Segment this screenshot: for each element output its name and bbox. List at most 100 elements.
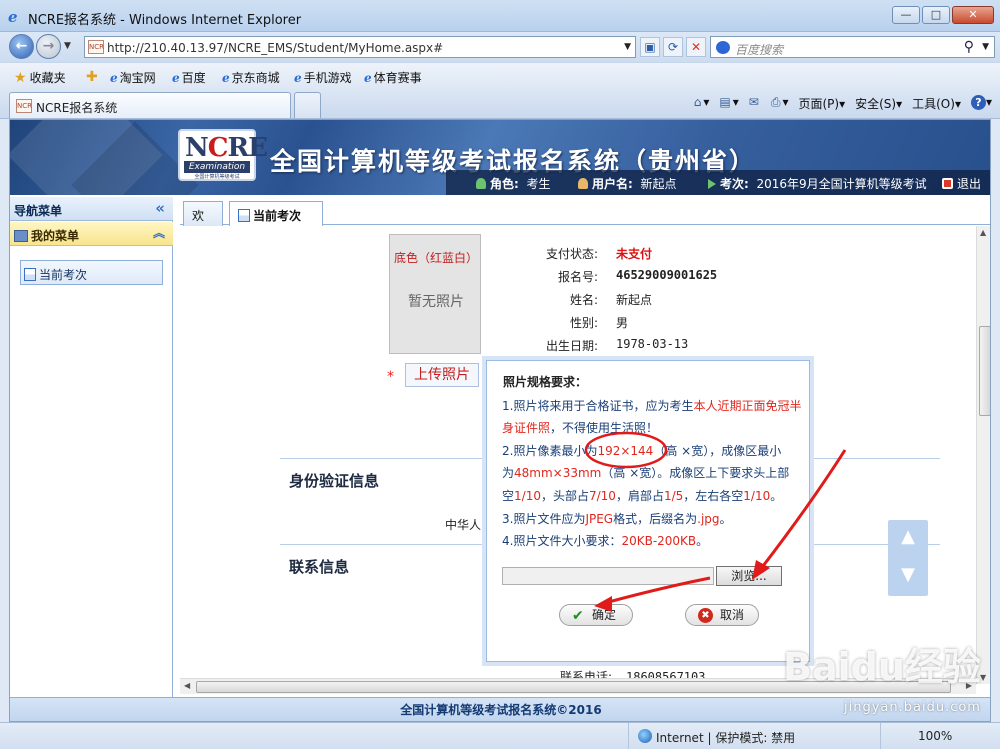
- stop-icon[interactable]: ✕: [686, 37, 706, 57]
- url-dropdown-icon[interactable]: ▼: [624, 42, 631, 52]
- required-mark: *: [387, 369, 394, 385]
- nav-header: 导航菜单 «: [10, 197, 173, 221]
- help-button[interactable]: ? ▾: [970, 95, 992, 112]
- tab-current-exam[interactable]: 当前考次×: [229, 201, 323, 238]
- field-gender: 性别: 男: [569, 316, 629, 330]
- search-dropdown-icon[interactable]: ▼: [982, 42, 989, 52]
- role-info: 角色: 考生: [476, 175, 550, 192]
- scroll-down-icon[interactable]: ▼: [888, 564, 928, 585]
- requirement-line: 为48mm×33mm（高 ×宽）。成像区上下要求头上部: [502, 466, 790, 480]
- url-input[interactable]: NCR http://210.40.13.97/NCRE_EMS/Student…: [84, 36, 636, 58]
- tab-welcome[interactable]: 欢迎: [183, 201, 223, 240]
- watermark-text: Baidu经验: [783, 645, 981, 689]
- payment-status-value: 未支付: [616, 247, 653, 261]
- favorites-button[interactable]: ★ 收藏夹: [14, 69, 66, 86]
- favorites-star-icon: ★: [14, 70, 27, 86]
- help-icon: ?: [970, 95, 986, 110]
- nav-section-my-menu[interactable]: 我的菜单 ︽: [10, 222, 173, 246]
- photo-upload-dialog: 照片规格要求： 1.照片将来用于合格证书，应为考生本人近期正面免冠半 身证件照，…: [486, 360, 810, 662]
- search-input[interactable]: 百度搜索 ⚲ ▼: [710, 36, 995, 58]
- page-viewport: NCRE Examination 全国计算机等级考试 全国计算机等级考试报名系统…: [9, 119, 991, 722]
- address-bar: ← → ▼ NCR http://210.40.13.97/NCRE_EMS/S…: [0, 32, 1000, 62]
- no-photo-text: 暂无照片: [408, 294, 464, 310]
- feeds-button[interactable]: ▤ ▾: [719, 95, 738, 112]
- requirement-line: 3.照片文件应为JPEG格式，后缀名为.jpg。: [502, 512, 732, 526]
- close-button[interactable]: ✕: [952, 6, 994, 24]
- print-button[interactable]: ⎙ ▾: [771, 95, 789, 112]
- browser-tab-bar: NCR NCRE报名系统 ⌂ ▾ ▤ ▾ ✉ ⎙ ▾ 页面(P)▾ 安全(S)▾ 工具…: [0, 89, 1000, 119]
- user-info-bar: 角色: 考生 用户名: 新起点 考次: 2016年9月全国计算机等级考试 退出: [446, 170, 990, 195]
- tools-menu[interactable]: 工具(O)▾: [912, 95, 961, 112]
- tab-title: NCRE报名系统: [36, 101, 118, 115]
- scroll-up-arrow-icon[interactable]: ▲: [980, 228, 986, 237]
- forward-button[interactable]: →: [36, 34, 61, 59]
- field-birthdate: 出生日期: 1978-03-13: [545, 337, 689, 353]
- requirement-line: 空1/10，头部占7/10，肩部占1/5，左右各空1/10。: [502, 489, 783, 503]
- home-button[interactable]: ⌂ ▾: [694, 95, 710, 112]
- confirm-button[interactable]: ✔ 确定: [559, 604, 633, 626]
- minimize-button[interactable]: —: [892, 6, 920, 24]
- field-registration-number: 报名号: 46529009001625: [557, 268, 718, 284]
- arrow-right-icon: [708, 179, 716, 189]
- page-menu[interactable]: 页面(P)▾: [798, 95, 845, 112]
- collapse-left-icon[interactable]: «: [155, 199, 165, 217]
- fav-link-baidu[interactable]: e 百度: [172, 69, 206, 86]
- safety-menu[interactable]: 安全(S)▾: [855, 95, 902, 112]
- field-name: 姓名: 新起点: [569, 293, 653, 307]
- baidu-search-icon: [716, 41, 730, 54]
- security-zone-text[interactable]: Internet | 保护模式: 禁用: [656, 729, 795, 746]
- browser-tab-ncre[interactable]: NCR NCRE报名系统: [9, 92, 291, 118]
- username-info: 用户名: 新起点: [578, 175, 676, 192]
- scroll-left-arrow-icon[interactable]: ◀: [184, 681, 190, 690]
- photo-bg-note: 底色（红蓝白）: [393, 251, 478, 265]
- person-icon: [476, 178, 486, 189]
- search-placeholder: 百度搜索: [735, 43, 784, 57]
- home-icon: ⌂: [693, 95, 702, 109]
- baidu-watermark: Baidu经验 jingyan.baidu.com: [780, 634, 990, 744]
- url-text: http://210.40.13.97/NCRE_EMS/Student/MyH…: [107, 41, 444, 55]
- logout-icon: [942, 178, 953, 189]
- watermark-url: jingyan.baidu.com: [844, 700, 981, 715]
- cancel-button[interactable]: ✖ 取消: [685, 604, 759, 626]
- ie-page-icon: e: [294, 71, 302, 85]
- search-icon[interactable]: ⚲: [964, 39, 974, 55]
- ie-page-icon: e: [364, 71, 372, 85]
- fav-link-taobao[interactable]: e 淘宝网: [110, 69, 156, 86]
- ie-page-icon: e: [222, 71, 230, 85]
- maximize-button[interactable]: □: [922, 6, 950, 24]
- refresh-icon[interactable]: ⟳: [663, 37, 683, 57]
- ie-page-icon: e: [110, 71, 118, 85]
- back-button[interactable]: ←: [9, 34, 34, 59]
- fav-link-games[interactable]: e 手机游戏: [294, 69, 352, 86]
- scroll-nav-widget: ▲ ▼: [888, 520, 928, 596]
- chevron-up-icon[interactable]: ︽: [153, 224, 165, 241]
- add-favorite-icon[interactable]: ✚: [86, 69, 101, 85]
- section-identity-title: 身份验证信息: [289, 472, 380, 490]
- fav-link-sports[interactable]: e 体育赛事: [364, 69, 422, 86]
- printer-icon: ⎙: [770, 95, 781, 109]
- left-nav-panel: 导航菜单 « 我的菜单 ︽ 当前考次: [10, 197, 173, 703]
- history-dropdown-icon[interactable]: ▼: [64, 41, 71, 51]
- monitor-icon: [14, 230, 28, 242]
- mail-icon: ✉: [748, 95, 759, 109]
- favorites-bar: ★ 收藏夹 ✚ e 淘宝网 e 百度 e 京东商城 e 手机游戏 e 体育赛事: [0, 62, 1000, 89]
- file-path-input[interactable]: [502, 567, 714, 585]
- upload-photo-button[interactable]: 上传照片: [405, 363, 479, 387]
- exam-detail-panel: 底色（红蓝白） 暂无照片 * 上传照片 支付状态: 未支付 报名号: 46529…: [180, 226, 990, 684]
- requirement-line: 2.照片像素最小为192×144（高 ×宽），成像区最小: [502, 444, 782, 458]
- fav-link-jd[interactable]: e 京东商城: [222, 69, 280, 86]
- page-favicon-icon: NCR: [16, 99, 32, 113]
- vertical-scroll-thumb[interactable]: [979, 326, 990, 416]
- vertical-scrollbar[interactable]: ▲ ▼: [976, 226, 990, 684]
- scroll-up-icon[interactable]: ▲: [888, 526, 928, 547]
- new-tab-button[interactable]: [294, 92, 321, 118]
- browse-button[interactable]: 浏览...: [716, 566, 782, 586]
- content-tab-strip: 欢迎 当前考次×: [180, 199, 990, 240]
- photo-placeholder: 底色（红蓝白） 暂无照片: [389, 234, 481, 354]
- compatibility-view-icon[interactable]: ▣: [640, 37, 660, 57]
- mail-button[interactable]: ✉: [749, 95, 761, 112]
- logout-link[interactable]: 退出: [942, 175, 981, 192]
- address-tools: ▣ ⟳ ✕: [640, 37, 709, 57]
- sidebar-item-current-exam[interactable]: 当前考次: [20, 260, 163, 285]
- logo-text: NCRE: [185, 133, 268, 163]
